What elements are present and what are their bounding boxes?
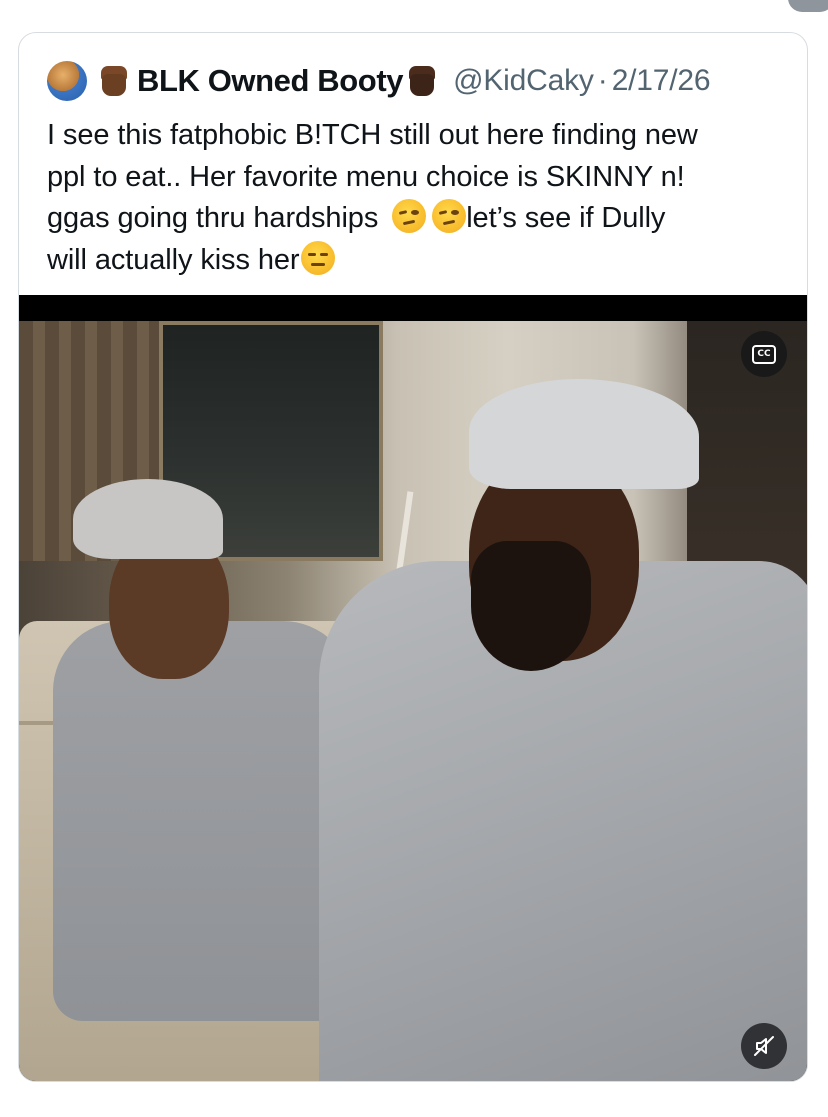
video-person-right-cap — [469, 379, 699, 489]
tweet-header: BLK Owned Booty @KidCaky · 2/17/26 — [47, 59, 787, 103]
tweet-text-line: will actually kiss her — [47, 240, 787, 282]
tweet-text-line: I see this fatphobic B!TCH still out her… — [47, 119, 698, 151]
tweet-text-segment: ggas going thru hardships — [47, 202, 379, 234]
woozy-face-emoji-icon — [432, 199, 467, 233]
tweet-text-line: ggas going thru hardships let’s see if D… — [47, 198, 787, 240]
video-frame[interactable]: CC — [19, 321, 807, 1081]
tweet-text: I see this fatphobic B!TCH still out her… — [47, 115, 787, 281]
closed-captions-icon: CC — [752, 344, 776, 364]
speaker-muted-icon — [754, 1036, 774, 1056]
raised-fist-emoji-icon — [407, 64, 437, 98]
tweet-date[interactable]: 2/17/26 — [612, 64, 711, 98]
tweet-text-segment: let’s see if Dully — [466, 202, 666, 234]
quoted-tweet-card[interactable]: BLK Owned Booty @KidCaky · 2/17/26 I see… — [18, 32, 808, 1082]
separator-dot: · — [597, 64, 608, 97]
mute-button[interactable] — [741, 1023, 787, 1069]
video-person-right-beard — [471, 541, 591, 671]
expressionless-face-emoji-icon — [301, 240, 336, 275]
woozy-face-emoji-icon — [392, 199, 427, 233]
video-person-left-body — [53, 621, 353, 1021]
video-media[interactable]: CC — [19, 295, 807, 1081]
closed-captions-button[interactable]: CC — [741, 331, 787, 377]
user-handle[interactable]: @KidCaky — [453, 64, 594, 98]
tweet-text-line: ppl to eat.. Her favorite menu choice is… — [47, 160, 685, 193]
display-name[interactable]: BLK Owned Booty — [137, 63, 404, 99]
video-person-left-cap — [73, 479, 223, 559]
raised-fist-emoji-icon — [99, 64, 129, 98]
avatar[interactable] — [47, 61, 87, 101]
top-right-corner-shape — [788, 0, 828, 12]
tweet-text-segment: will actually kiss her — [47, 243, 300, 276]
